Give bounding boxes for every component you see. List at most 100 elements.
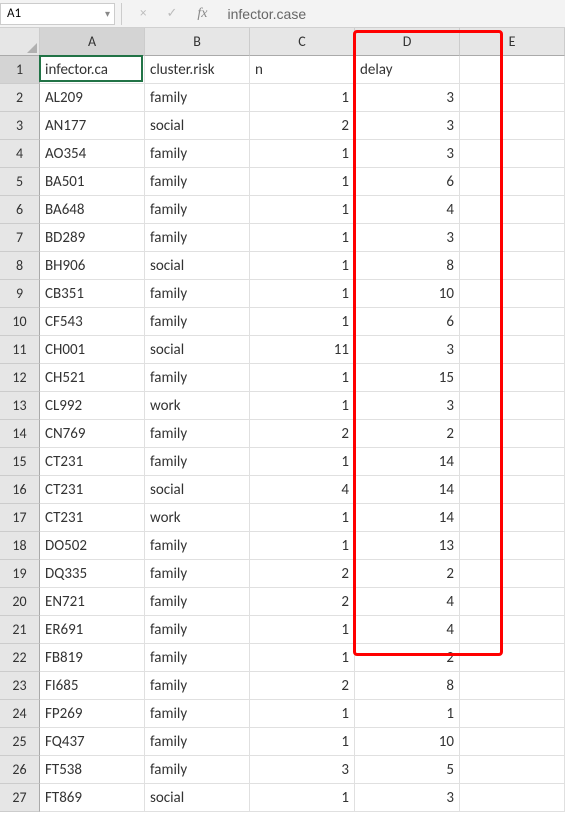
cell[interactable] (460, 168, 565, 196)
cell[interactable]: 1 (250, 308, 355, 336)
cell[interactable]: 3 (355, 224, 460, 252)
row-header[interactable]: 9 (0, 280, 40, 308)
row-header[interactable]: 24 (0, 700, 40, 728)
row-header[interactable]: 18 (0, 532, 40, 560)
cell[interactable] (460, 224, 565, 252)
cell[interactable] (460, 588, 565, 616)
cell[interactable] (460, 700, 565, 728)
cell[interactable] (460, 504, 565, 532)
cell[interactable]: 3 (355, 140, 460, 168)
cell[interactable]: work (145, 392, 250, 420)
row-header[interactable]: 27 (0, 784, 40, 812)
cell[interactable] (460, 476, 565, 504)
cell[interactable] (460, 616, 565, 644)
cell[interactable]: 3 (355, 336, 460, 364)
cell[interactable]: CN769 (40, 420, 145, 448)
select-all-corner[interactable] (0, 28, 40, 56)
cell[interactable]: 2 (250, 672, 355, 700)
row-header[interactable]: 7 (0, 224, 40, 252)
cell[interactable]: social (145, 252, 250, 280)
cell[interactable]: BA648 (40, 196, 145, 224)
cell[interactable]: AL209 (40, 84, 145, 112)
cell[interactable]: work (145, 504, 250, 532)
cancel-icon[interactable]: × (140, 6, 146, 21)
cell[interactable]: 15 (355, 364, 460, 392)
cell[interactable]: 14 (355, 448, 460, 476)
cell[interactable]: family (145, 140, 250, 168)
cell[interactable]: infector.ca (40, 56, 145, 84)
cell[interactable]: family (145, 700, 250, 728)
cell[interactable]: FI685 (40, 672, 145, 700)
cell[interactable]: 3 (355, 784, 460, 812)
cell[interactable]: 5 (355, 756, 460, 784)
cell[interactable]: social (145, 476, 250, 504)
cell[interactable]: 2 (355, 644, 460, 672)
cell[interactable]: FT538 (40, 756, 145, 784)
cell[interactable]: 1 (250, 392, 355, 420)
cell[interactable]: 1 (250, 728, 355, 756)
row-header[interactable]: 12 (0, 364, 40, 392)
cell[interactable]: 2 (250, 588, 355, 616)
cell[interactable]: CB351 (40, 280, 145, 308)
cell[interactable] (460, 252, 565, 280)
row-header[interactable]: 16 (0, 476, 40, 504)
cell[interactable]: 1 (250, 504, 355, 532)
cell[interactable]: BD289 (40, 224, 145, 252)
cell[interactable] (460, 532, 565, 560)
cell[interactable]: 14 (355, 504, 460, 532)
col-header-C[interactable]: C (250, 28, 355, 56)
cell[interactable]: 1 (250, 700, 355, 728)
cell[interactable]: family (145, 616, 250, 644)
cell[interactable] (460, 784, 565, 812)
row-header[interactable]: 23 (0, 672, 40, 700)
cell[interactable]: family (145, 560, 250, 588)
row-header[interactable]: 5 (0, 168, 40, 196)
cell[interactable]: family (145, 196, 250, 224)
cell[interactable]: 3 (355, 392, 460, 420)
cell[interactable]: AO354 (40, 140, 145, 168)
cell[interactable] (460, 420, 565, 448)
cell[interactable]: 1 (250, 784, 355, 812)
cell[interactable]: CT231 (40, 476, 145, 504)
cell[interactable]: BA501 (40, 168, 145, 196)
cell[interactable]: 13 (355, 532, 460, 560)
cell[interactable] (460, 448, 565, 476)
cell[interactable]: family (145, 364, 250, 392)
cell[interactable]: 3 (355, 112, 460, 140)
cell[interactable]: 6 (355, 308, 460, 336)
cell[interactable]: FP269 (40, 700, 145, 728)
name-box[interactable]: A1 ▾ (0, 3, 115, 25)
row-header[interactable]: 13 (0, 392, 40, 420)
cell[interactable]: family (145, 756, 250, 784)
cell[interactable]: CH001 (40, 336, 145, 364)
cell[interactable]: family (145, 308, 250, 336)
cell[interactable]: DO502 (40, 532, 145, 560)
row-header[interactable]: 22 (0, 644, 40, 672)
cell[interactable] (460, 140, 565, 168)
row-header[interactable]: 4 (0, 140, 40, 168)
chevron-down-icon[interactable]: ▾ (105, 7, 110, 20)
cell[interactable]: 1 (250, 140, 355, 168)
cell[interactable]: 6 (355, 168, 460, 196)
cell[interactable]: n (250, 56, 355, 84)
row-header[interactable]: 19 (0, 560, 40, 588)
row-header[interactable]: 20 (0, 588, 40, 616)
cell[interactable]: 1 (250, 644, 355, 672)
row-header[interactable]: 2 (0, 84, 40, 112)
cell[interactable]: 2 (250, 420, 355, 448)
cell[interactable] (460, 308, 565, 336)
cell[interactable]: CT231 (40, 448, 145, 476)
cell[interactable]: FB819 (40, 644, 145, 672)
cell[interactable]: family (145, 588, 250, 616)
cell[interactable]: 4 (355, 616, 460, 644)
cell[interactable] (460, 560, 565, 588)
row-header[interactable]: 1 (0, 56, 40, 84)
cell[interactable]: delay (355, 56, 460, 84)
row-header[interactable]: 17 (0, 504, 40, 532)
cell[interactable] (460, 644, 565, 672)
cell[interactable]: family (145, 224, 250, 252)
cell[interactable]: 2 (250, 112, 355, 140)
cell[interactable]: 4 (250, 476, 355, 504)
cell[interactable]: social (145, 336, 250, 364)
row-header[interactable]: 8 (0, 252, 40, 280)
